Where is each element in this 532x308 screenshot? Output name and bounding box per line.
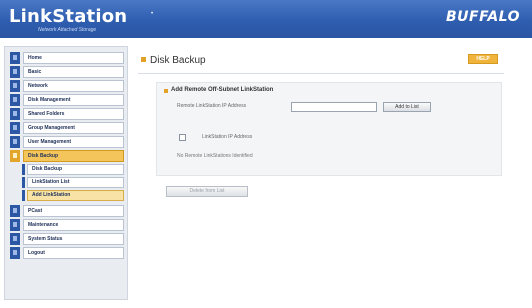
select-all-checkbox[interactable] bbox=[179, 134, 186, 141]
section-title: Add Remote Off-Subnet LinkStation bbox=[171, 87, 274, 93]
sidebar-subitem-label: LinkStation List bbox=[27, 177, 124, 188]
subitem-marker bbox=[22, 164, 25, 175]
sidebar-subitem-linkstation-list[interactable]: LinkStation List bbox=[22, 177, 124, 188]
disk-icon bbox=[10, 94, 20, 106]
sidebar-item-maintenance[interactable]: Maintenance bbox=[10, 219, 124, 231]
sidebar-item-label: Disk Management bbox=[23, 94, 124, 106]
title-bullet-icon bbox=[141, 57, 146, 62]
sidebar-item-disk-management[interactable]: Disk Management bbox=[10, 94, 124, 106]
brand-mark-icon: • bbox=[151, 11, 154, 17]
help-button[interactable]: HELP bbox=[468, 54, 498, 64]
sidebar-nav: Home Basic Network Disk Management Share… bbox=[4, 46, 128, 300]
delete-from-list-button[interactable]: Delete from List bbox=[166, 186, 248, 197]
main-content: Disk Backup HELP Add Remote Off-Subnet L… bbox=[138, 46, 504, 300]
subitem-marker bbox=[22, 177, 25, 188]
pcast-icon bbox=[10, 205, 20, 217]
sidebar-item-label: User Management bbox=[23, 136, 124, 148]
ip-column-header: LinkStation IP Address bbox=[202, 134, 253, 140]
network-icon bbox=[10, 80, 20, 92]
sidebar-item-label: Shared Folders bbox=[23, 108, 124, 120]
sidebar-item-label: Logout bbox=[23, 247, 124, 259]
user-icon bbox=[10, 136, 20, 148]
sidebar-item-label: System Status bbox=[23, 233, 124, 245]
basic-icon bbox=[10, 66, 20, 78]
remote-ip-label: Remote LinkStation IP Address bbox=[177, 103, 247, 109]
sidebar-item-disk-backup[interactable]: Disk Backup bbox=[10, 150, 124, 162]
sidebar-item-pcast[interactable]: PCast bbox=[10, 205, 124, 217]
logout-icon bbox=[10, 247, 20, 259]
add-remote-panel: Add Remote Off-Subnet LinkStation Remote… bbox=[156, 82, 502, 176]
sidebar-item-shared-folders[interactable]: Shared Folders bbox=[10, 108, 124, 120]
sidebar-item-label: Home bbox=[23, 52, 124, 64]
sidebar-subitem-label: Disk Backup bbox=[27, 164, 124, 175]
sidebar-subitem-label: Add LinkStation bbox=[27, 190, 124, 201]
app-brand-logo: LinkStation bbox=[9, 6, 128, 27]
sidebar-item-label: Basic bbox=[23, 66, 124, 78]
sidebar-item-label: Disk Backup bbox=[23, 150, 124, 162]
app-header: LinkStation • Network Attached Storage B… bbox=[0, 0, 532, 38]
sidebar-item-label: Maintenance bbox=[23, 219, 124, 231]
home-icon bbox=[10, 52, 20, 64]
sidebar-item-label: Network bbox=[23, 80, 124, 92]
backup-icon bbox=[10, 150, 20, 162]
group-icon bbox=[10, 122, 20, 134]
sidebar-item-user-management[interactable]: User Management bbox=[10, 136, 124, 148]
sidebar-item-basic[interactable]: Basic bbox=[10, 66, 124, 78]
brand-subtitle: Network Attached Storage bbox=[38, 27, 97, 33]
sidebar-item-label: PCast bbox=[23, 205, 124, 217]
page-title: Disk Backup bbox=[150, 55, 206, 66]
sidebar-item-group-management[interactable]: Group Management bbox=[10, 122, 124, 134]
sidebar-item-label: Group Management bbox=[23, 122, 124, 134]
empty-list-message: No Remote LinkStations Identified bbox=[177, 153, 253, 159]
title-divider bbox=[138, 73, 504, 74]
sidebar-item-home[interactable]: Home bbox=[10, 52, 124, 64]
sidebar-subitem-disk-backup[interactable]: Disk Backup bbox=[22, 164, 124, 175]
remote-ip-input[interactable] bbox=[291, 102, 377, 112]
maintenance-icon bbox=[10, 219, 20, 231]
subitem-marker bbox=[22, 190, 25, 201]
add-to-list-button[interactable]: Add to List bbox=[383, 102, 431, 112]
section-bullet-icon bbox=[164, 89, 168, 93]
folder-icon bbox=[10, 108, 20, 120]
sidebar-item-logout[interactable]: Logout bbox=[10, 247, 124, 259]
sidebar-item-system-status[interactable]: System Status bbox=[10, 233, 124, 245]
status-icon bbox=[10, 233, 20, 245]
sidebar-item-network[interactable]: Network bbox=[10, 80, 124, 92]
sidebar-subitem-add-linkstation[interactable]: Add LinkStation bbox=[22, 190, 124, 201]
vendor-logo: BUFFALO bbox=[445, 9, 520, 25]
